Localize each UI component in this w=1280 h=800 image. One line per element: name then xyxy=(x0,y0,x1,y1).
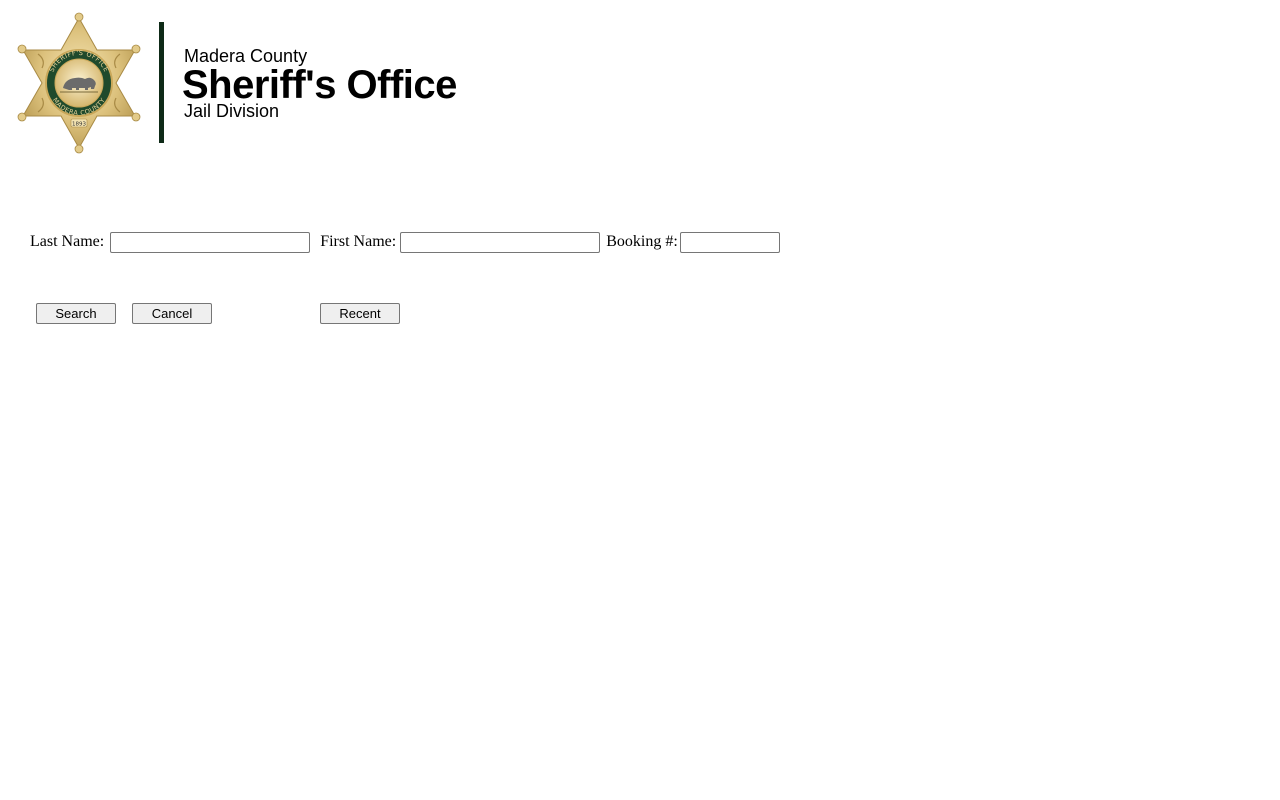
search-form: Last Name: First Name: Booking #: xyxy=(30,231,780,253)
search-button[interactable]: Search xyxy=(36,303,116,324)
cancel-button[interactable]: Cancel xyxy=(132,303,212,324)
recent-button[interactable]: Recent xyxy=(320,303,400,324)
sheriff-star-badge-icon: SHERIFF'S OFFICE MADERA COUNTY 1893 xyxy=(17,12,141,154)
last-name-label: Last Name: xyxy=(30,233,105,250)
first-name-label: First Name: xyxy=(320,233,397,250)
division-name: Jail Division xyxy=(184,101,280,121)
first-name-input[interactable] xyxy=(400,231,601,253)
svg-text:1893: 1893 xyxy=(72,122,86,128)
last-name-input[interactable] xyxy=(110,231,311,253)
header: SHERIFF'S OFFICE MADERA COUNTY 1893 Made… xyxy=(16,12,457,154)
booking-number-label: Booking #: xyxy=(606,233,678,250)
header-divider xyxy=(159,22,164,143)
booking-number-input[interactable] xyxy=(679,231,780,253)
